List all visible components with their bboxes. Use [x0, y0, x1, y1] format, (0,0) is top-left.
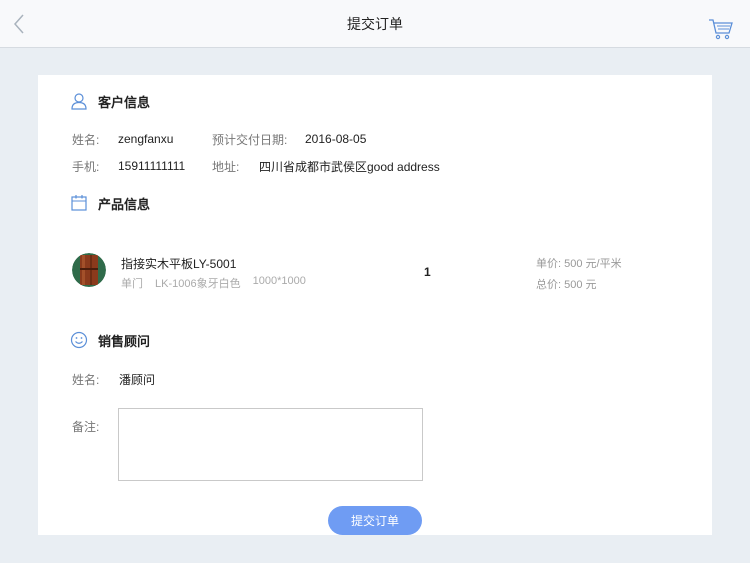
order-card: 客户信息 姓名: zengfanxu 预计交付日期: 2016-08-05 手机…: [38, 75, 712, 535]
customer-section-title: 客户信息: [98, 94, 151, 110]
product-thumbnail[interactable]: [72, 253, 106, 287]
remark-input[interactable]: [118, 408, 423, 481]
advisor-section-title: 销售顾问: [98, 333, 151, 349]
advisor-section-header: 销售顾问: [70, 330, 150, 350]
phone-label: 手机:: [72, 159, 100, 174]
unit-price: 单价: 500 元/平米: [536, 258, 622, 270]
advisor-name-label: 姓名:: [72, 372, 100, 387]
customer-section-header: 客户信息: [70, 91, 150, 111]
product-quantity: 1: [424, 265, 431, 279]
customer-name-value: zengfanxu: [118, 132, 174, 146]
customer-name-row: 姓名: zengfanxu 预计交付日期: 2016-08-05: [72, 131, 366, 147]
remark-row: 备注:: [72, 418, 99, 434]
calendar-icon: [71, 195, 87, 211]
submit-order-button[interactable]: 提交订单: [328, 506, 422, 535]
product-name: 指接实木平板LY-5001: [121, 257, 237, 271]
total-price: 总价: 500 元: [536, 279, 597, 291]
nav-bar: 提交订单: [0, 0, 750, 48]
delivery-date-value: 2016-08-05: [305, 132, 367, 146]
cart-icon[interactable]: [708, 18, 734, 40]
address-value: 四川省成都市武侯区good address: [259, 159, 440, 174]
product-section-title: 产品信息: [98, 196, 151, 212]
smiley-icon: [70, 331, 88, 349]
address-label: 地址:: [212, 159, 240, 174]
product-model: LK-1006象牙白色: [155, 278, 241, 290]
product-type: 单门: [121, 278, 143, 290]
advisor-name-value: 潘顾问: [119, 372, 156, 387]
product-size: 1000*1000: [252, 275, 306, 287]
advisor-name-row: 姓名: 潘顾问: [72, 371, 155, 387]
customer-phone-row: 手机: 15911111111 地址: 四川省成都市武侯区good addres…: [72, 158, 440, 174]
page-title: 提交订单: [347, 16, 403, 32]
delivery-date-label: 预计交付日期:: [212, 132, 288, 147]
remark-label: 备注:: [72, 419, 100, 434]
customer-name-label: 姓名:: [72, 132, 100, 147]
product-section-header: 产品信息: [70, 193, 150, 213]
product-spec: 单门 LK-1006象牙白色 1000*1000: [121, 275, 318, 291]
phone-value: 15911111111: [118, 159, 186, 173]
user-icon: [71, 93, 87, 110]
